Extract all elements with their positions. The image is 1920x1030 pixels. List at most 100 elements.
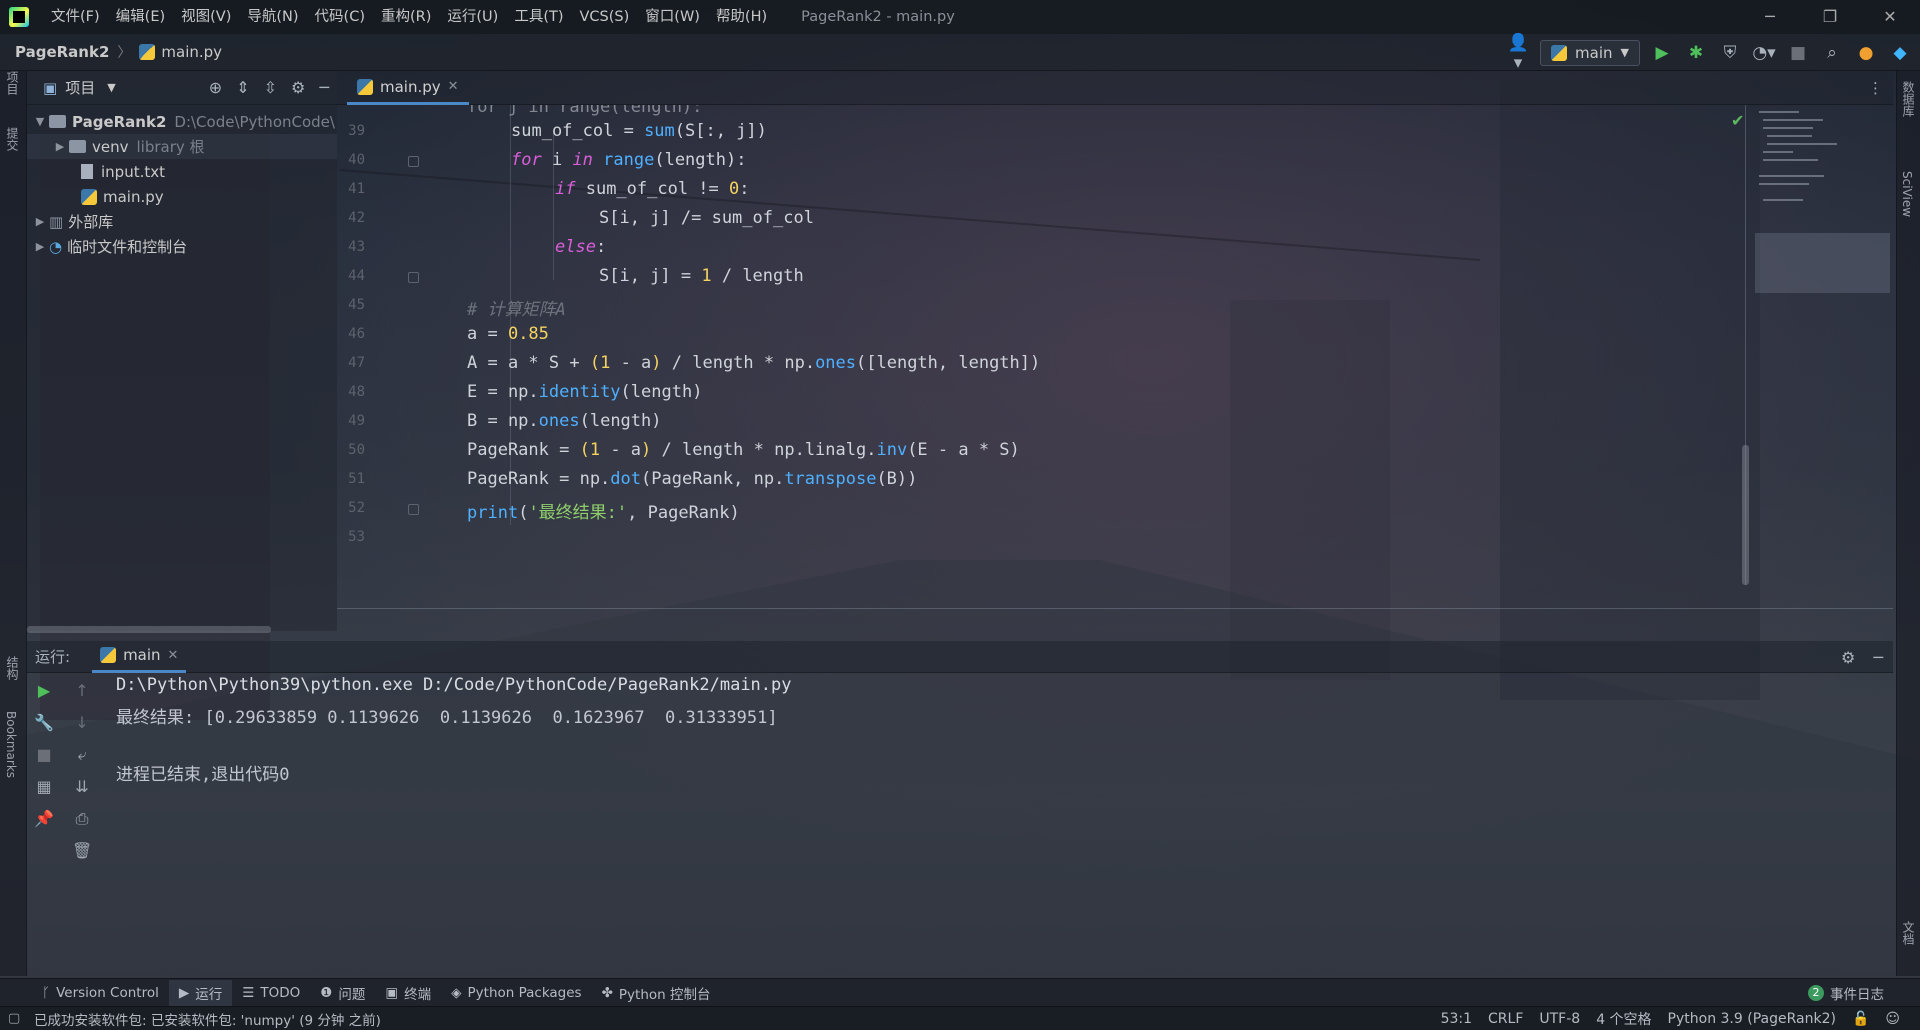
tool-python-packages[interactable]: ◈ Python Packages [441, 980, 591, 1006]
more-vertical-icon[interactable]: ⋮ [1868, 79, 1883, 97]
stripe-commit[interactable]: 提交 [4, 127, 21, 151]
expand-all-icon[interactable]: ⇕ [236, 78, 249, 97]
gear-icon[interactable]: ⚙ [1841, 648, 1855, 667]
menu-window[interactable]: 窗口(W) [637, 0, 708, 34]
tree-item-label: 临时文件和控制台 [67, 238, 188, 256]
menu-edit[interactable]: 编辑(E) [108, 0, 173, 34]
tree-item-project-root[interactable]: ▼ PageRank2 D:\Code\PythonCode\ [27, 109, 337, 134]
run-config-selector[interactable]: main ▼ [1540, 39, 1640, 66]
tool-terminal[interactable]: ▣ 终端 [375, 980, 441, 1006]
tool-todo[interactable]: ☰ TODO [232, 980, 310, 1006]
code-token-string: '最终结果:' [528, 503, 628, 523]
chevron-down-icon[interactable]: ▼ [107, 81, 115, 94]
profile-icon[interactable]: ◔▾ [1752, 43, 1776, 63]
menu-help[interactable]: 帮助(H) [708, 0, 775, 34]
search-icon[interactable]: ⌕ [1820, 43, 1844, 63]
fold-marker-icon[interactable] [408, 272, 419, 283]
python-interpreter[interactable]: Python 3.9 (PageRank2) [1668, 1011, 1836, 1027]
minimap-viewport[interactable] [1755, 233, 1890, 293]
tab-main-py[interactable]: main.py ✕ [347, 71, 469, 105]
tool-run[interactable]: ▶ 运行 [168, 979, 233, 1006]
hide-icon[interactable]: ─ [319, 78, 329, 97]
stripe-sciview[interactable]: SciView [1900, 171, 1914, 217]
tree-item-input-txt[interactable]: input.txt [27, 159, 337, 184]
stripe-project[interactable]: 项目 [4, 71, 21, 95]
rerun-icon[interactable]: ▶ [34, 681, 54, 700]
code-minimap[interactable] [1755, 105, 1895, 305]
code-line-49: B = np.ones(length) [467, 411, 662, 431]
tool-version-control[interactable]: ᚴ Version Control [32, 980, 169, 1006]
status-message[interactable]: 已成功安装软件包: 已安装软件包: 'numpy' (9 分钟 之前) [34, 1009, 381, 1029]
run-console-output[interactable]: D:\Python\Python39\python.exe D:/Code/Py… [116, 673, 1816, 973]
stop-icon[interactable]: ■ [1786, 43, 1810, 63]
scroll-to-end-icon[interactable]: ⇊ [72, 777, 92, 796]
notifications-icon[interactable]: ☺ [1885, 1011, 1900, 1027]
caret-position[interactable]: 53:1 [1441, 1011, 1472, 1027]
run-icon[interactable]: ▶ [1650, 43, 1674, 63]
code-token-number: 1 [701, 266, 712, 286]
code-line-50: PageRank = (1 - a) / length * np.linalg.… [467, 440, 1020, 460]
line-number: 53 [348, 529, 365, 545]
lock-icon[interactable]: 🔓 [1852, 1011, 1869, 1027]
code-editor[interactable]: 39 40 41 42 43 44 45 46 47 48 49 50 51 5… [337, 105, 1893, 608]
line-number: 50 [348, 442, 365, 458]
menu-tools[interactable]: 工具(T) [506, 0, 571, 34]
code-area[interactable]: for j in range(length): sum_of_col = sum… [467, 105, 1767, 608]
jetbrains-icon[interactable]: ◆ [1888, 43, 1912, 63]
tree-item-scratches[interactable]: ▶ ◔ 临时文件和控制台 [27, 234, 337, 259]
tool-problems[interactable]: ❶ 问题 [310, 980, 375, 1006]
pin-icon[interactable]: 📌 [34, 809, 54, 828]
menu-run[interactable]: 运行(U) [439, 0, 506, 34]
hide-icon[interactable]: ─ [1873, 648, 1883, 667]
stripe-database[interactable]: 数据库 [1900, 81, 1917, 117]
locate-icon[interactable]: ⊕ [209, 78, 222, 97]
tree-item-venv[interactable]: ▶ venv library 根 [27, 134, 337, 159]
arrow-up-icon[interactable]: ↑ [72, 681, 92, 700]
status-toggle-icon[interactable]: ▢ [8, 1011, 20, 1026]
line-separator[interactable]: CRLF [1488, 1011, 1523, 1027]
minimize-icon[interactable]: ─ [1740, 0, 1800, 34]
menu-vcs[interactable]: VCS(S) [572, 0, 638, 34]
close-icon[interactable]: ✕ [168, 648, 179, 663]
close-icon[interactable]: ✕ [448, 79, 459, 94]
fold-marker-icon[interactable] [408, 504, 419, 515]
wrench-icon[interactable]: 🔧 [34, 713, 54, 732]
project-panel-title[interactable]: 项目 [65, 77, 95, 98]
menu-navigate[interactable]: 导航(N) [239, 0, 306, 34]
stripe-bookmarks[interactable]: Bookmarks [4, 711, 18, 778]
horizontal-scrollbar[interactable] [27, 626, 271, 633]
menu-file[interactable]: 文件(F) [43, 0, 108, 34]
menu-code[interactable]: 代码(C) [307, 0, 373, 34]
file-encoding[interactable]: UTF-8 [1539, 1011, 1580, 1027]
tree-item-main-py[interactable]: main.py [27, 184, 337, 209]
restore-icon[interactable]: ❐ [1800, 0, 1860, 34]
collapse-all-icon[interactable]: ⇳ [264, 78, 277, 97]
trash-icon[interactable]: 🗑 [72, 841, 92, 860]
tree-item-external-libraries[interactable]: ▶ ▥ 外部库 [27, 209, 337, 234]
stripe-docs[interactable]: 文档 [1900, 921, 1917, 945]
breadcrumb-project[interactable]: PageRank2 [15, 43, 109, 61]
menu-view[interactable]: 视图(V) [173, 0, 239, 34]
indent-setting[interactable]: 4 个空格 [1596, 1009, 1651, 1029]
gear-icon[interactable]: ⚙ [291, 78, 305, 97]
print-icon[interactable]: ⎙ [72, 809, 92, 829]
editor-vertical-scrollbar[interactable] [1742, 445, 1749, 585]
layout-icon[interactable]: ▦ [34, 777, 54, 796]
fold-marker-icon[interactable] [408, 156, 419, 167]
user-icon[interactable]: 👤▾ [1506, 33, 1530, 73]
menu-refactor[interactable]: 重构(R) [373, 0, 439, 34]
debug-icon[interactable]: ✱ [1684, 43, 1708, 63]
soft-wrap-icon[interactable]: ⤶ [72, 745, 92, 765]
inspection-ok-icon[interactable]: ✔ [1731, 111, 1744, 130]
run-tab-main[interactable]: main ✕ [92, 641, 187, 673]
stop-icon[interactable]: ■ [34, 745, 54, 764]
stripe-structure[interactable]: 结构 [4, 656, 21, 680]
code-token: - a [600, 440, 642, 460]
update-icon[interactable]: ● [1854, 43, 1878, 63]
close-icon[interactable]: ✕ [1860, 0, 1920, 34]
event-log-button[interactable]: 2 事件日志 [1808, 979, 1884, 1007]
arrow-down-icon[interactable]: ↓ [72, 713, 92, 732]
tool-python-console[interactable]: ✤ Python 控制台 [592, 980, 721, 1006]
coverage-icon[interactable]: ⛨ [1718, 43, 1742, 63]
breadcrumb-file[interactable]: main.py [161, 43, 222, 61]
